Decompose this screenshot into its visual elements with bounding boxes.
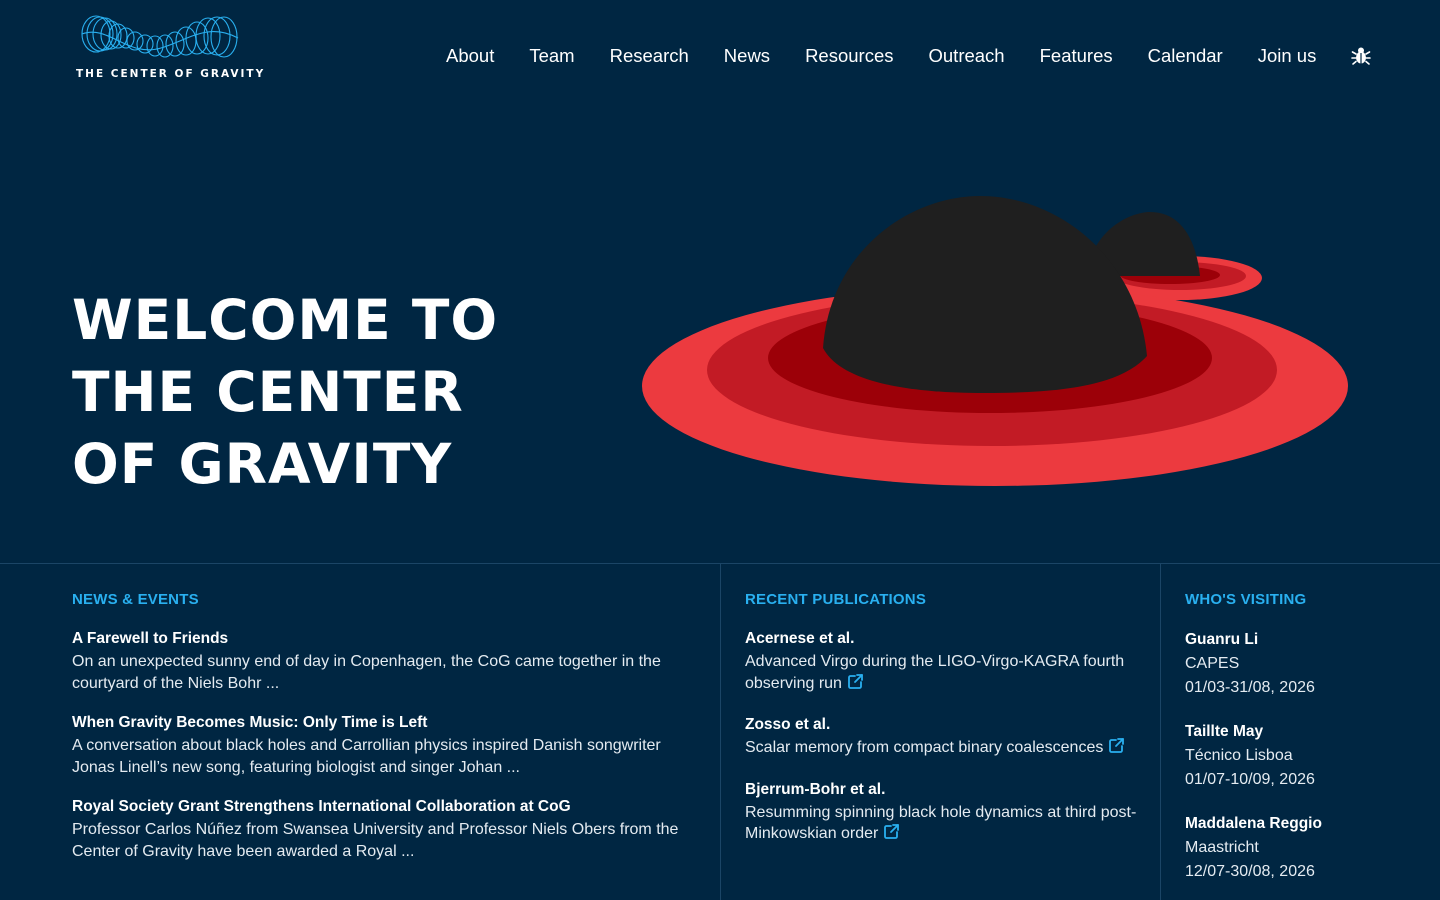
visitor-name: Maddalena Reggio — [1185, 815, 1322, 832]
publication-authors: Zosso et al. — [745, 716, 831, 733]
visitor-affiliation: Técnico Lisboa — [1185, 747, 1293, 764]
visitor-item: Taillte May Técnico Lisboa 01/07-10/09, … — [1185, 720, 1440, 792]
nav-resources[interactable]: Resources — [805, 45, 893, 67]
visitor-dates: 01/07-10/09, 2026 — [1185, 771, 1315, 788]
publication-authors: Acernese et al. — [745, 630, 855, 647]
news-item-body: A conversation about black holes and Car… — [72, 737, 661, 776]
visitor-name: Taillte May — [1185, 723, 1264, 740]
site-header: THE CENTER OF GRAVITY About Team Researc… — [0, 0, 1440, 110]
news-section-title: NEWS & EVENTS — [72, 591, 199, 608]
visitor-item: Guanru Li CAPES 01/03-31/08, 2026 — [1185, 628, 1440, 700]
visitors-panel: WHO'S VISITING Guanru Li CAPES 01/03-31/… — [1160, 564, 1440, 900]
news-item[interactable]: A Farewell to Friends On an unexpected s… — [72, 628, 692, 694]
visitor-affiliation: CAPES — [1185, 655, 1240, 672]
nav-features[interactable]: Features — [1040, 45, 1113, 67]
external-link-icon[interactable] — [1108, 737, 1125, 754]
news-events-panel: NEWS & EVENTS A Farewell to Friends On a… — [72, 564, 692, 900]
visitor-item: Maddalena Reggio Maastricht 12/07-30/08,… — [1185, 812, 1440, 884]
main-nav: About Team Research News Resources Outre… — [446, 44, 1372, 68]
news-item[interactable]: When Gravity Becomes Music: Only Time is… — [72, 712, 692, 778]
visitor-affiliation: Maastricht — [1185, 839, 1259, 856]
main-hole — [823, 196, 1147, 393]
black-hole-illustration — [640, 190, 1360, 490]
visitor-dates: 12/07-30/08, 2026 — [1185, 863, 1315, 880]
publication-authors: Bjerrum-Bohr et al. — [745, 780, 886, 798]
publication-link[interactable]: Advanced Virgo during the LIGO-Virgo-KAG… — [745, 651, 1160, 694]
news-item-title[interactable]: Royal Society Grant Strengthens Internat… — [72, 796, 692, 817]
publication-item[interactable]: Zosso et al. Scalar memory from compact … — [745, 714, 1160, 759]
nav-about[interactable]: About — [446, 45, 494, 67]
publication-item[interactable]: Acernese et al. Advanced Virgo during th… — [745, 628, 1160, 694]
bug-icon[interactable] — [1351, 46, 1372, 66]
news-item[interactable]: Royal Society Grant Strengthens Internat… — [72, 796, 692, 862]
hero-title-line-3: OF GRAVITY — [72, 432, 453, 496]
publication-title[interactable]: Scalar memory from compact binary coales… — [745, 739, 1103, 756]
publication-link[interactable]: Scalar memory from compact binary coales… — [745, 737, 1160, 759]
nav-news[interactable]: News — [724, 45, 770, 67]
external-link-icon[interactable] — [847, 673, 864, 690]
publication-item[interactable]: Bjerrum-Bohr et al. Resumming spinning b… — [745, 779, 1160, 845]
hero-title-line-1: WELCOME TO — [72, 288, 499, 352]
news-item-title[interactable]: When Gravity Becomes Music: Only Time is… — [72, 712, 692, 733]
nav-research[interactable]: Research — [610, 45, 689, 67]
publications-section-title: RECENT PUBLICATIONS — [745, 591, 927, 608]
bottom-panels: NEWS & EVENTS A Farewell to Friends On a… — [0, 563, 1440, 900]
news-item-body: On an unexpected sunny end of day in Cop… — [72, 653, 661, 692]
visitor-dates: 01/03-31/08, 2026 — [1185, 679, 1315, 696]
publication-title[interactable]: Advanced Virgo during the LIGO-Virgo-KAG… — [745, 653, 1124, 692]
site-logo[interactable]: THE CENTER OF GRAVITY — [76, 14, 266, 84]
publications-panel: RECENT PUBLICATIONS Acernese et al. Adva… — [720, 564, 1160, 900]
publication-link[interactable]: Resumming spinning black hole dynamics a… — [745, 802, 1160, 845]
logo-text: THE CENTER OF GRAVITY — [76, 68, 266, 80]
nav-calendar[interactable]: Calendar — [1148, 45, 1223, 67]
nav-join-us[interactable]: Join us — [1258, 45, 1317, 67]
news-item-body: Professor Carlos Núñez from Swansea Univ… — [72, 821, 679, 860]
hero-title-line-2: THE CENTER — [72, 360, 464, 424]
nav-team[interactable]: Team — [529, 45, 574, 67]
visitors-section-title: WHO'S VISITING — [1185, 591, 1307, 608]
nav-outreach[interactable]: Outreach — [929, 45, 1005, 67]
hero-title: WELCOME TO THE CENTER OF GRAVITY — [72, 284, 592, 500]
publication-title[interactable]: Resumming spinning black hole dynamics a… — [745, 804, 1136, 843]
external-link-icon[interactable] — [883, 823, 900, 840]
visitor-name: Guanru Li — [1185, 631, 1259, 648]
news-item-title[interactable]: A Farewell to Friends — [72, 628, 692, 649]
gravity-wave-logo-icon — [81, 15, 239, 58]
